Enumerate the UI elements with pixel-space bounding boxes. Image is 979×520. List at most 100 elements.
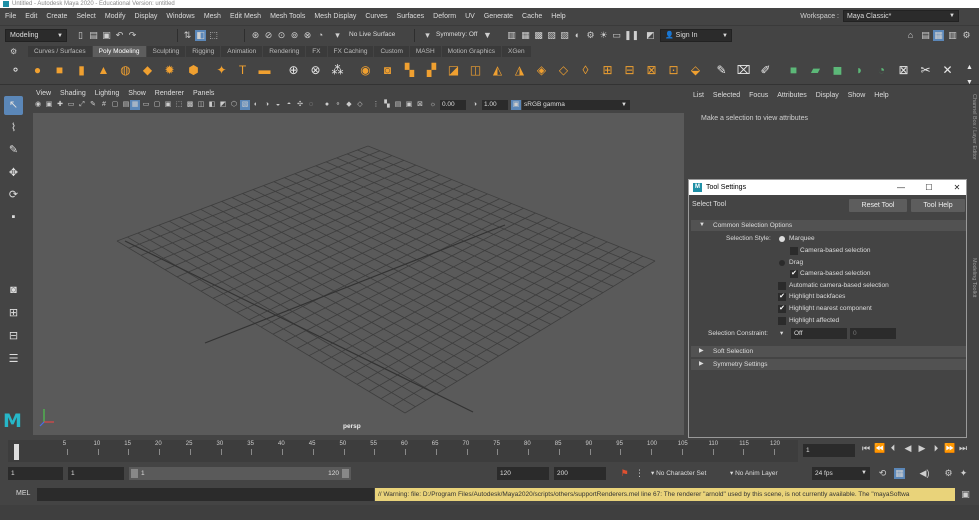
poly-sphere-icon[interactable]: ● <box>30 63 45 78</box>
merge-icon[interactable]: ⊡ <box>666 63 681 78</box>
uv-planar-icon[interactable]: ■ <box>786 63 801 78</box>
mel-label[interactable]: MEL <box>16 490 30 497</box>
common-selection-options-header[interactable]: ▼ Common Selection Options <box>691 220 966 231</box>
side-by-side-layout-icon[interactable]: ⊟ <box>4 327 23 346</box>
play-forwards-icon[interactable]: ▶ <box>917 442 927 454</box>
move-tool-icon[interactable]: ✥ <box>4 164 23 183</box>
super-shape-icon[interactable]: ✦ <box>214 63 229 78</box>
sound-icon[interactable]: ◀) <box>919 468 930 479</box>
collapse-icon[interactable]: ⬙ <box>688 63 703 78</box>
shelf-tab-fx[interactable]: FX <box>306 46 327 57</box>
view-transform-icon[interactable]: ▣ <box>511 100 521 110</box>
drag-radio[interactable] <box>779 260 785 266</box>
render-setup-icon[interactable]: ⚙ <box>585 30 596 41</box>
channel-box-toggle-icon[interactable]: ▥ <box>947 30 958 41</box>
character-set-dropdown[interactable]: ▾ No Character Set <box>648 467 722 480</box>
menu-cache[interactable]: Cache <box>522 13 542 20</box>
undo-icon[interactable]: ↶ <box>114 30 125 41</box>
channel-box-tab[interactable]: Channel Box / Layer Editor <box>968 94 977 160</box>
poly-cylinder-icon[interactable]: ▮ <box>74 63 89 78</box>
snap-view-plane-icon[interactable]: ⊚ <box>289 30 300 41</box>
go-to-start-icon[interactable]: ⏮ <box>861 442 871 454</box>
uv-unfold-icon[interactable]: ◔ <box>874 63 889 78</box>
construction-history-icon[interactable]: ▥ <box>506 30 517 41</box>
shelf-tab-custom[interactable]: Custom <box>374 46 409 57</box>
time-slider-prefs-icon[interactable]: ✦ <box>958 468 969 479</box>
snap-curve-icon[interactable]: ⊘ <box>263 30 274 41</box>
wireframe-icon[interactable]: ⬚ <box>174 100 184 110</box>
anim-layer-dropdown[interactable]: ▾ No Anim Layer <box>727 467 807 480</box>
current-frame-field[interactable]: 1 <box>803 444 855 457</box>
menu-edit[interactable]: Edit <box>25 13 37 20</box>
playback-start-field[interactable]: 1 <box>68 467 124 480</box>
hud-icon[interactable]: ⋮ <box>371 100 381 110</box>
automatic-camera-selection-checkbox[interactable] <box>778 282 786 290</box>
reduce-icon[interactable]: ◪ <box>446 63 461 78</box>
highlight-backfaces-checkbox[interactable]: ✔ <box>778 293 786 301</box>
menu-deform[interactable]: Deform <box>433 13 456 20</box>
snap-point-icon[interactable]: ⊙ <box>276 30 287 41</box>
redo-icon[interactable]: ↷ <box>127 30 138 41</box>
four-view-layout-icon[interactable]: ⊞ <box>4 304 23 323</box>
highlight-affected-checkbox[interactable] <box>778 317 786 325</box>
menu-edit-mesh[interactable]: Edit Mesh <box>230 13 261 20</box>
screen-space-ao-icon[interactable]: ◒ <box>273 100 283 110</box>
animation-start-field[interactable]: 1 <box>8 467 63 480</box>
poly-torus-icon[interactable]: ◍ <box>118 63 133 78</box>
remesh-icon[interactable]: ◭ <box>490 63 505 78</box>
time-slider-track[interactable]: 5 10 15 20 25 30 35 40 45 50 55 60 65 70 75 80 85 90 95 100… <box>8 440 798 462</box>
select-component-icon[interactable]: ⬚ <box>208 30 219 41</box>
rotate-tool-icon[interactable]: ⟳ <box>4 186 23 205</box>
tool-help-button[interactable]: Tool Help <box>911 199 965 212</box>
safe-title-icon[interactable]: ▣ <box>163 100 173 110</box>
live-surface-label[interactable]: No Live Surface <box>349 31 395 38</box>
anim-prefs-icon[interactable]: ⚙ <box>943 468 954 479</box>
color-management-icon[interactable]: ⊠ <box>415 100 425 110</box>
soft-mod-icon[interactable]: ✐ <box>758 63 773 78</box>
shelf-tab-xgen[interactable]: XGen <box>502 46 531 57</box>
boolean-icon[interactable]: ◙ <box>380 63 395 78</box>
bridge-icon[interactable]: ◮ <box>512 63 527 78</box>
retopologize-icon[interactable]: ◫ <box>468 63 483 78</box>
film-gate-icon[interactable]: ▢ <box>110 100 120 110</box>
snap-surface-icon[interactable]: ⊗ <box>302 30 313 41</box>
live-surface-icon[interactable]: ▾ <box>332 30 343 41</box>
shelf-scroll-icon[interactable]: ▲ ▼ <box>962 60 977 86</box>
menu-uv[interactable]: UV <box>465 13 475 20</box>
menu-display[interactable]: Display <box>134 13 157 20</box>
multi-cut-icon[interactable]: ⊟ <box>622 63 637 78</box>
animation-end-field[interactable]: 200 <box>554 467 606 480</box>
exposure-field[interactable]: 0.00 <box>440 100 466 110</box>
key-options-icon[interactable]: ⋮ <box>634 468 645 479</box>
textured-icon[interactable]: ▧ <box>240 100 250 110</box>
shelf-tab-mash[interactable]: MASH <box>409 46 441 57</box>
use-default-material-icon[interactable]: ⬡ <box>229 100 239 110</box>
viewport-menu-view[interactable]: View <box>36 90 51 97</box>
viewport-menu-lighting[interactable]: Lighting <box>95 90 120 97</box>
uv-sew-icon[interactable]: ✕ <box>940 63 955 78</box>
separate-icon[interactable]: ⊗ <box>308 63 323 78</box>
menu-file[interactable]: File <box>5 13 16 20</box>
image-plane-icon[interactable]: ▭ <box>66 100 76 110</box>
insert-edge-loop-icon[interactable]: ⊞ <box>600 63 615 78</box>
grid-toggle-icon[interactable]: # <box>99 100 109 110</box>
ae-menu-attributes[interactable]: Attributes <box>777 92 807 99</box>
camera-based-selection-checkbox-1[interactable] <box>790 247 798 255</box>
menu-set-dropdown[interactable]: Modeling ▼ <box>5 29 67 42</box>
menu-mesh-tools[interactable]: Mesh Tools <box>270 13 305 20</box>
perspective-viewport[interactable]: persp <box>33 113 684 435</box>
uv-automatic-icon[interactable]: ◗ <box>852 63 867 78</box>
auto-key-icon[interactable]: ⚑ <box>619 468 630 479</box>
ae-menu-list[interactable]: List <box>693 92 704 99</box>
viewport-menu-show[interactable]: Show <box>128 90 146 97</box>
color-space-dropdown[interactable]: sRGB gamma ▼ <box>522 100 630 110</box>
menu-windows[interactable]: Windows <box>166 13 194 20</box>
all-lights-icon[interactable]: ◐ <box>251 100 261 110</box>
shelf-tab-fx-caching[interactable]: FX Caching <box>327 46 374 57</box>
camera-select-icon[interactable]: ◉ <box>33 100 43 110</box>
xray-active-icon[interactable]: ◆ <box>344 100 354 110</box>
menu-select[interactable]: Select <box>76 13 95 20</box>
exposure-icon[interactable]: ☼ <box>428 100 438 110</box>
shelf-tab-rigging[interactable]: Rigging <box>186 46 221 57</box>
new-scene-icon[interactable]: ▯ <box>75 30 86 41</box>
